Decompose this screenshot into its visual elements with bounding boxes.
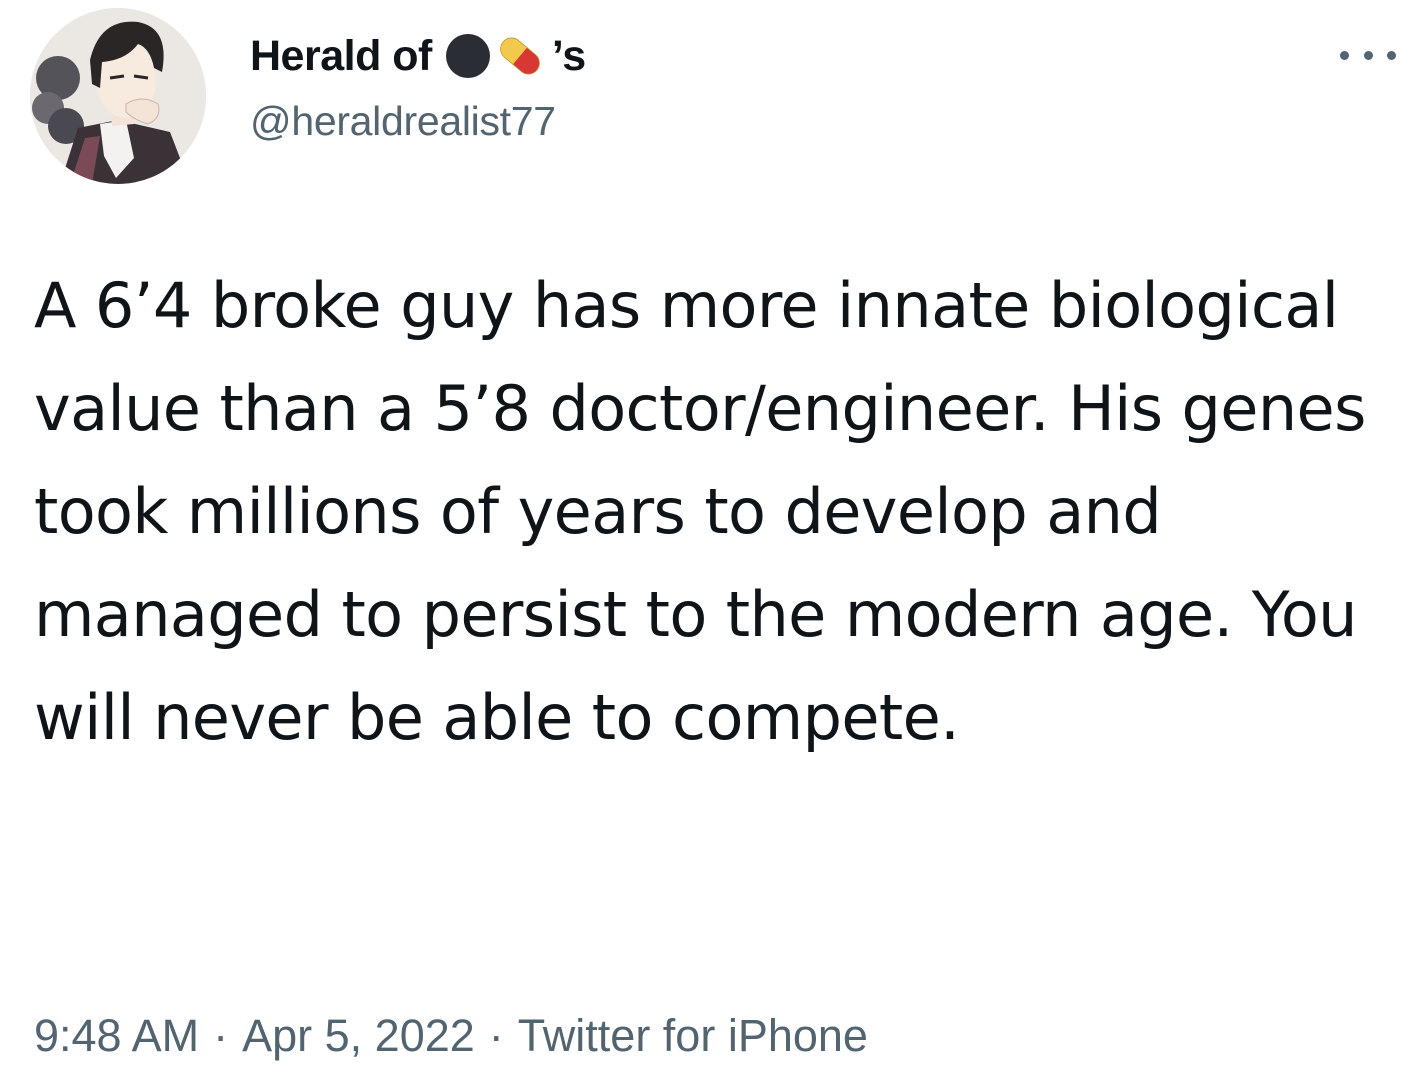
avatar[interactable]	[30, 8, 206, 184]
tweet-card: Herald of ’s @heraldrealist77 A 6’4 brok…	[0, 0, 1418, 1086]
display-name-row[interactable]: Herald of ’s	[250, 28, 586, 84]
tweet-source[interactable]: Twitter for iPhone	[518, 1010, 868, 1062]
tweet-text: A 6’4 broke guy has more innate biologic…	[34, 269, 1366, 754]
separator-dot: ·	[213, 1010, 229, 1061]
more-dot	[1387, 50, 1396, 60]
separator-dot: ·	[488, 1010, 504, 1061]
more-dot	[1363, 50, 1373, 60]
avatar-image	[30, 8, 206, 184]
more-horizontal-icon[interactable]	[1340, 40, 1396, 70]
display-name-suffix: ’s	[551, 31, 587, 80]
pill-icon	[500, 37, 540, 75]
black-circle-icon	[445, 34, 490, 78]
tweet-time[interactable]: 9:48 AM	[34, 1010, 199, 1062]
display-name[interactable]: Herald of	[250, 32, 432, 81]
user-handle[interactable]: @heraldrealist77	[250, 98, 586, 145]
tweet-metadata: 9:48 AM · Apr 5, 2022 · Twitter for iPho…	[34, 1010, 868, 1062]
author-block: Herald of ’s @heraldrealist77	[250, 28, 586, 148]
tweet-date[interactable]: Apr 5, 2022	[242, 1010, 475, 1062]
more-dot	[1340, 50, 1349, 60]
